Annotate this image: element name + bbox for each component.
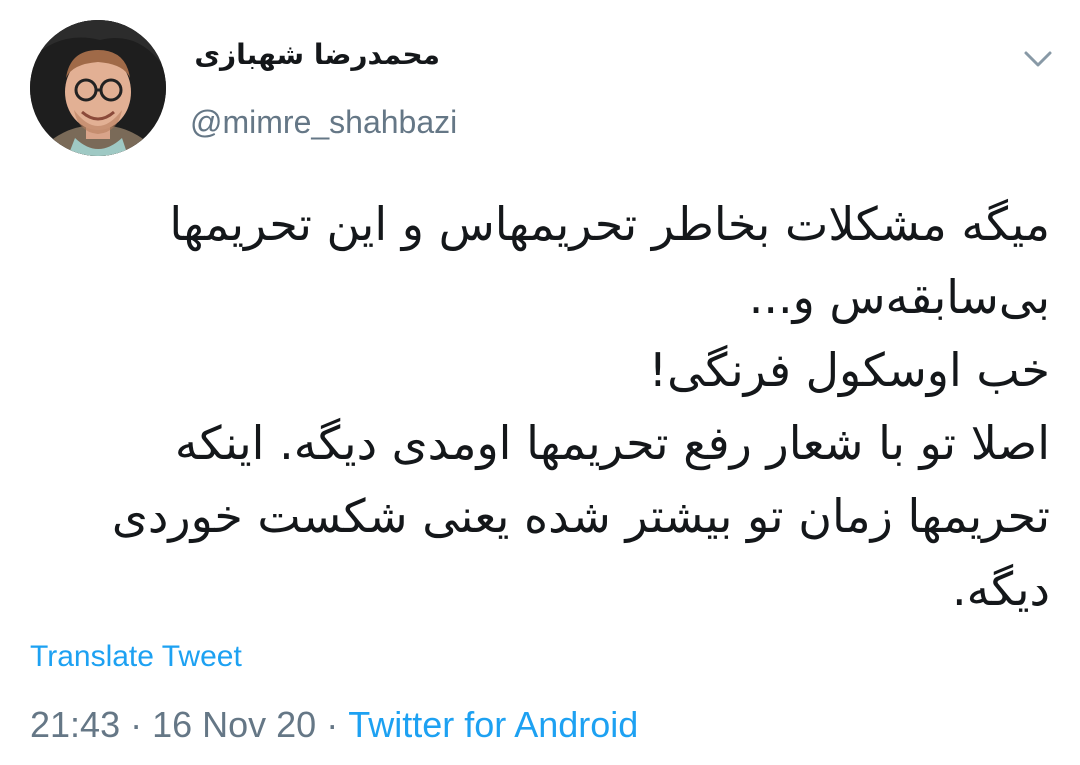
translate-tweet-link[interactable]: Translate Tweet: [30, 640, 242, 674]
tweet-source-link[interactable]: Twitter for Android: [348, 704, 638, 745]
separator-dot: ·: [326, 704, 339, 745]
tweet-line: بی‌سابقه‌س و...: [748, 270, 1050, 324]
user-handle[interactable]: @mimre_shahbazi: [190, 104, 457, 141]
tweet-time[interactable]: 21:43: [30, 704, 120, 745]
tweet-line: خب اوسکول فرنگی!: [648, 343, 1050, 397]
tweet-line: میگه مشکلات بخاطر تحریمهاس و این تحریمها: [169, 197, 1050, 251]
tweet-metadata: 21:43 · 16 Nov 20 · Twitter for Android: [30, 704, 638, 746]
tweet-card: محمدرضا شهبازی @mimre_shahbazi میگه مشکل…: [0, 0, 1080, 765]
chevron-down-icon[interactable]: [1020, 44, 1056, 74]
tweet-line: دیگه.: [952, 562, 1050, 616]
display-name[interactable]: محمدرضا شهبازی: [190, 38, 440, 71]
tweet-date[interactable]: 16 Nov 20: [152, 704, 316, 745]
tweet-line: تحریمها زمان تو بیشتر شده یعنی شکست خورد…: [111, 489, 1050, 543]
avatar-photo: [30, 20, 166, 156]
separator-dot: ·: [130, 704, 143, 745]
tweet-line: اصلا تو با شعار رفع تحریمها اومدی دیگه. …: [174, 416, 1050, 470]
tweet-text: میگه مشکلات بخاطر تحریمهاس و این تحریمها…: [50, 188, 1050, 626]
avatar[interactable]: [30, 20, 166, 156]
